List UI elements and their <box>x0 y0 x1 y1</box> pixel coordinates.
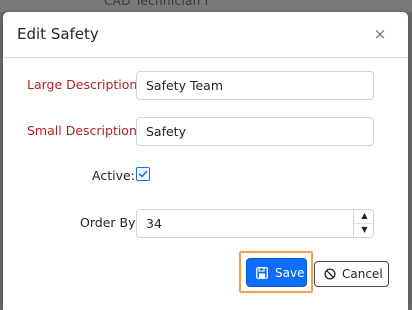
checkmark-icon <box>138 170 148 178</box>
edit-safety-dialog: Edit Safety × Large Description:* Safety… <box>3 12 408 310</box>
close-icon[interactable]: × <box>369 23 391 45</box>
floppy-disk-icon <box>256 266 268 279</box>
active-label: Active: <box>92 168 135 183</box>
save-button[interactable]: Save <box>246 258 307 287</box>
cancel-button-label: Cancel <box>342 267 383 281</box>
small-description-input[interactable]: Safety <box>136 117 374 146</box>
dialog-header: Edit Safety × <box>3 12 408 58</box>
active-checkbox[interactable] <box>136 167 150 181</box>
step-down-icon[interactable]: ▼ <box>354 223 375 237</box>
save-button-label: Save <box>275 265 305 280</box>
dialog-title: Edit Safety <box>17 25 99 43</box>
step-up-icon[interactable]: ▲ <box>354 209 375 224</box>
large-description-label: Large Description:* <box>27 77 148 92</box>
small-description-label: Small Description:* <box>27 123 148 138</box>
ban-icon <box>324 268 336 280</box>
order-by-label: Order By: <box>80 215 139 230</box>
order-by-stepper: ▲ ▼ <box>353 209 375 238</box>
order-by-input[interactable]: 34 <box>136 209 374 238</box>
large-description-input[interactable]: Safety Team <box>136 71 374 100</box>
background-page-text: CAD Technician I <box>104 0 209 8</box>
cancel-button[interactable]: Cancel <box>314 261 389 287</box>
